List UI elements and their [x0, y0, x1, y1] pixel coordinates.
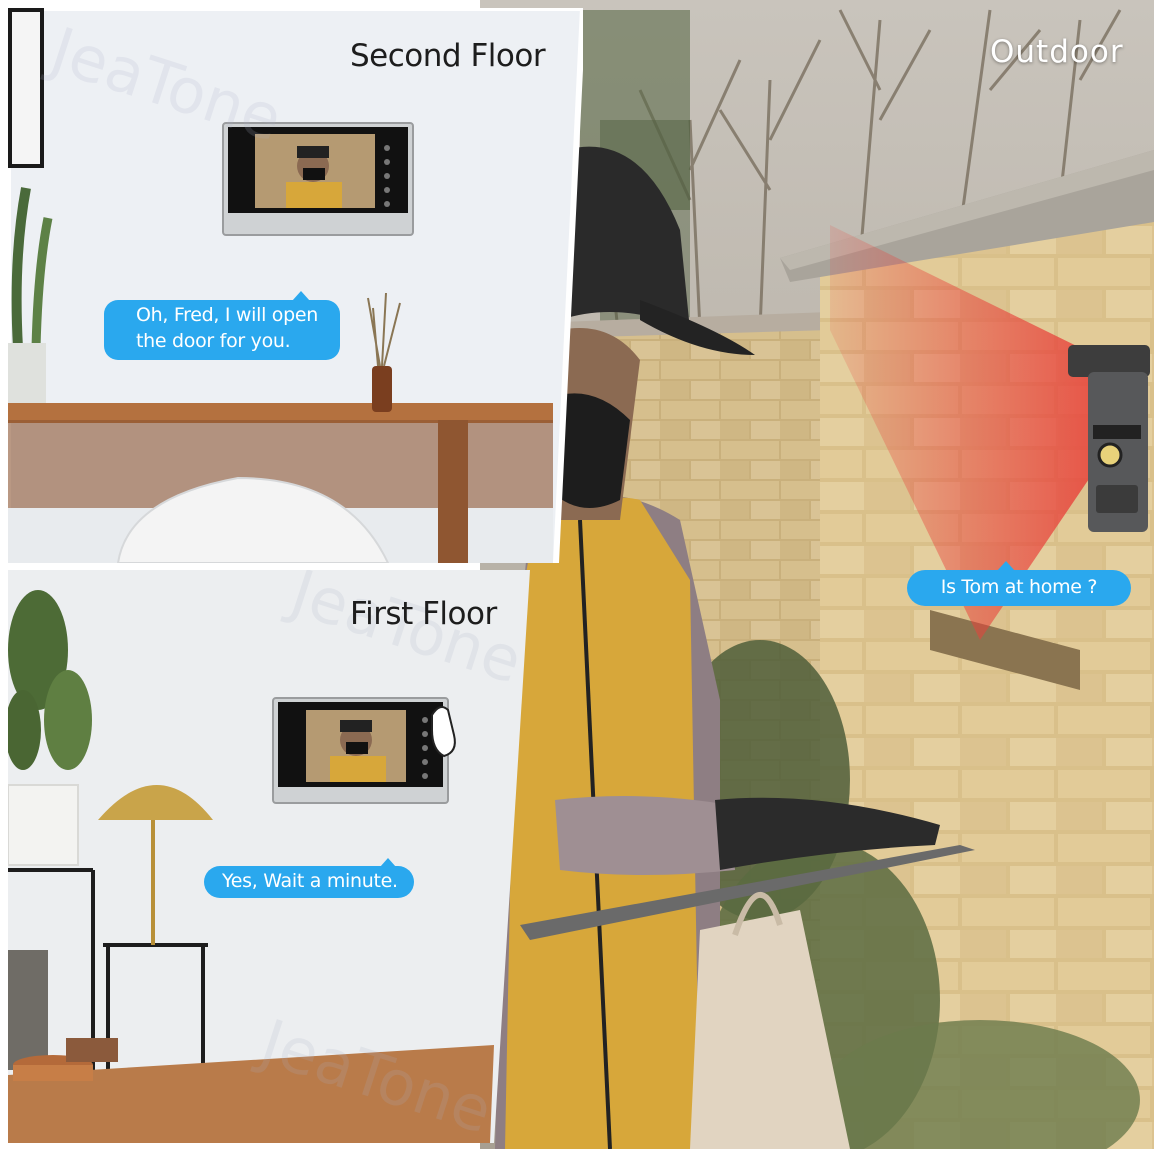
outdoor-speech-line-1: Is Tom at home ?	[940, 576, 1098, 598]
bubble-tail	[380, 858, 396, 867]
first-floor-speech-bubble: Yes, Wait a minute.	[204, 858, 414, 898]
first-floor-title: First Floor	[350, 596, 497, 632]
indoor-monitor	[272, 697, 456, 804]
bubble-tail	[997, 561, 1015, 571]
outdoor-title: Outdoor	[990, 34, 1124, 70]
bubble-tail	[292, 291, 310, 301]
first-floor-speech-line-1: Yes, Wait a minute.	[222, 870, 398, 892]
second-floor-speech-line-1: Oh, Fred, I will open	[136, 304, 319, 326]
first-floor-scene	[8, 570, 530, 1143]
second-floor-speech-line-2: the door for you.	[136, 330, 291, 352]
second-floor-panel: JeaTone Second Floor Oh, Fred, I will op…	[8, 8, 583, 563]
second-floor-scene	[8, 8, 583, 563]
outdoor-speech-bubble: Is Tom at home ?	[907, 561, 1131, 606]
second-floor-title: Second Floor	[350, 38, 546, 74]
first-floor-panel: JeaTone JeaTone First Floor Yes, Wait a …	[8, 570, 538, 1143]
second-floor-speech-bubble: Oh, Fred, I will open the door for you.	[104, 291, 340, 360]
indoor-monitor	[222, 122, 414, 236]
